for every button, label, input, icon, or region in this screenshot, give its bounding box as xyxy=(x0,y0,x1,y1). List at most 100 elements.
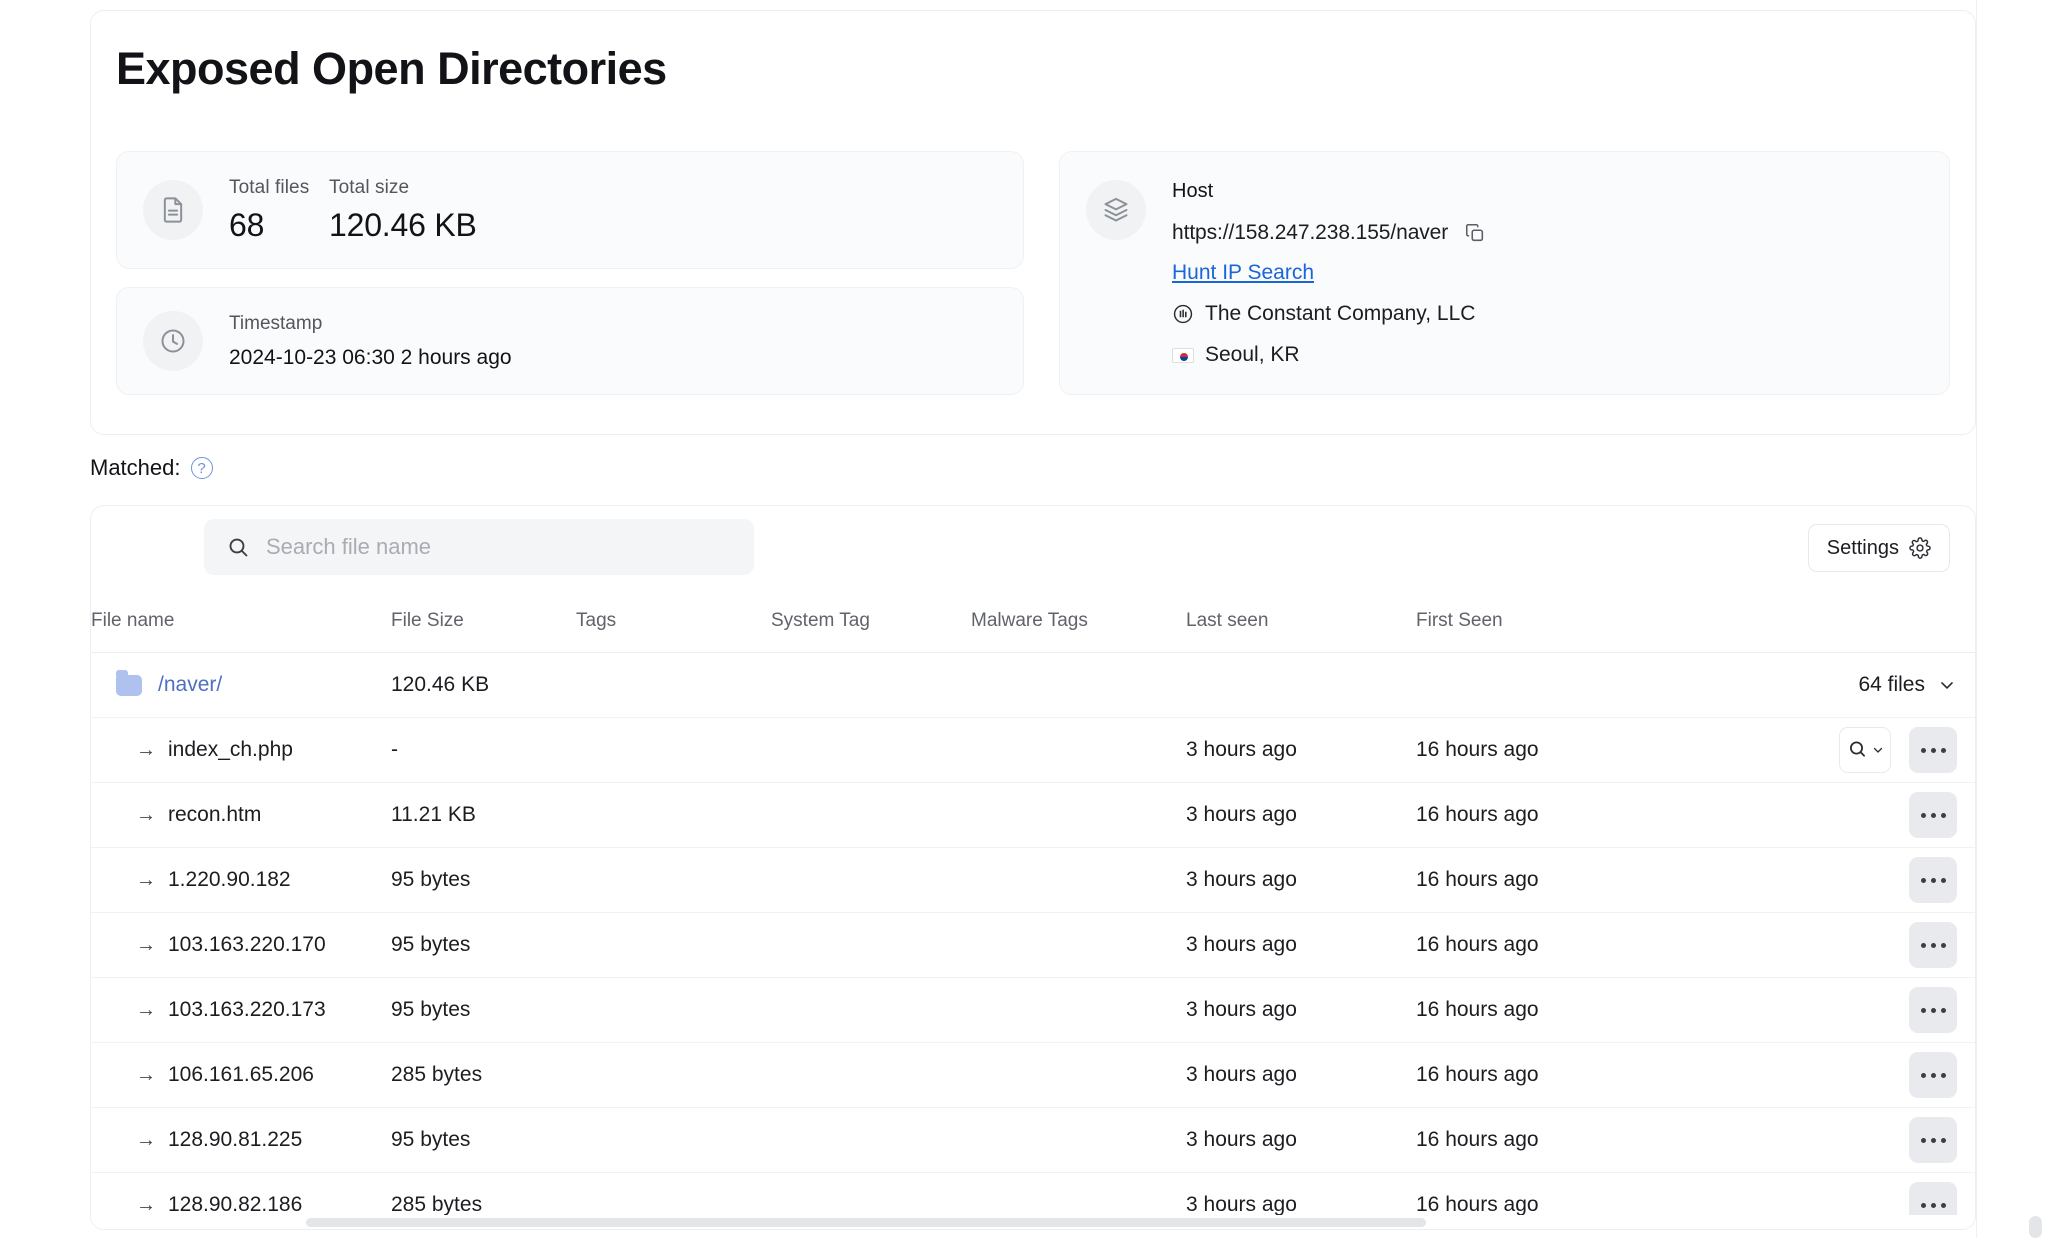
row-more-button[interactable] xyxy=(1909,922,1957,968)
row-system-tag xyxy=(771,783,971,848)
table-header-row: File name File Size Tags System Tag Malw… xyxy=(91,598,1975,653)
row-file-name: 103.163.220.170 xyxy=(168,933,326,956)
column-header-file-size[interactable]: File Size xyxy=(391,598,576,653)
row-first-seen: 16 hours ago xyxy=(1416,803,1539,826)
row-actions-cell xyxy=(1646,718,1975,783)
row-more-button[interactable] xyxy=(1909,1052,1957,1098)
kr-flag-icon xyxy=(1172,347,1194,363)
row-first-seen: 16 hours ago xyxy=(1416,933,1539,956)
table-row[interactable]: → 106.161.65.206 285 bytes 3 hours ago 16 ho… xyxy=(91,1043,1975,1108)
folder-last-seen-cell xyxy=(1186,653,1416,718)
column-header-tags[interactable]: Tags xyxy=(576,598,771,653)
row-more-button[interactable] xyxy=(1909,792,1957,838)
copy-icon[interactable] xyxy=(1462,220,1488,246)
host-tile: Host https://158.247.238.155/naver Hunt … xyxy=(1059,151,1950,395)
row-malware-tags xyxy=(971,1043,1186,1108)
table-row[interactable]: → index_ch.php - 3 hours ago 16 hours ago xyxy=(91,718,1975,783)
document-icon xyxy=(143,180,203,240)
folder-name-cell[interactable]: /naver/ xyxy=(91,653,391,718)
row-tags xyxy=(576,978,771,1043)
row-malware-tags xyxy=(971,718,1186,783)
row-file-name-cell[interactable]: → index_ch.php xyxy=(91,718,391,783)
hunt-ip-search-link[interactable]: Hunt IP Search xyxy=(1172,261,1314,285)
row-file-name-cell[interactable]: → 103.163.220.170 xyxy=(91,913,391,978)
table-row[interactable]: → 103.163.220.170 95 bytes 3 hours ago 16 ho… xyxy=(91,913,1975,978)
table-head: File name File Size Tags System Tag Malw… xyxy=(91,598,1975,653)
row-arrow-icon: → xyxy=(136,933,156,956)
row-first-seen: 16 hours ago xyxy=(1416,738,1539,761)
total-files-tile: Total files 68 Total size 120.46 KB xyxy=(116,151,1024,269)
table-row[interactable]: → 1.220.90.182 95 bytes 3 hours ago 16 hours… xyxy=(91,848,1975,913)
row-search-button[interactable] xyxy=(1839,727,1891,773)
total-files-group: Total files 68 xyxy=(229,177,329,244)
row-more-button[interactable] xyxy=(1909,987,1957,1033)
horizontal-scrollbar[interactable] xyxy=(91,1215,1975,1229)
column-header-last-seen[interactable]: Last seen xyxy=(1186,598,1416,653)
row-file-name: 128.90.81.225 xyxy=(168,1128,303,1151)
files-count-toggle[interactable]: 64 files xyxy=(1646,673,1957,697)
row-more-button[interactable] xyxy=(1909,727,1957,773)
row-actions-cell xyxy=(1646,783,1975,848)
row-file-name-cell[interactable]: → 103.163.220.173 xyxy=(91,978,391,1043)
column-header-actions xyxy=(1646,598,1975,653)
row-system-tag xyxy=(771,1043,971,1108)
org-building-icon xyxy=(1173,304,1193,324)
folder-tags-cell xyxy=(576,653,771,718)
row-more-button[interactable] xyxy=(1909,857,1957,903)
timestamp-body: Timestamp 2024-10-23 06:30 2 hours ago xyxy=(229,313,512,370)
row-file-size: 285 bytes xyxy=(391,1063,483,1086)
row-malware-tags xyxy=(971,1108,1186,1173)
row-arrow-icon: → xyxy=(136,998,156,1021)
row-tags xyxy=(576,1043,771,1108)
folder-files-count-cell[interactable]: 64 files xyxy=(1646,653,1975,718)
row-last-seen: 3 hours ago xyxy=(1186,998,1297,1021)
row-system-tag xyxy=(771,718,971,783)
column-header-first-seen[interactable]: First Seen xyxy=(1416,598,1646,653)
row-malware-tags xyxy=(971,978,1186,1043)
column-header-file-name[interactable]: File name xyxy=(91,598,391,653)
horizontal-scrollbar-thumb[interactable] xyxy=(306,1218,1426,1227)
column-header-system-tag[interactable]: System Tag xyxy=(771,598,971,653)
row-tags xyxy=(576,718,771,783)
row-file-size: 95 bytes xyxy=(391,868,471,891)
column-header-malware-tags[interactable]: Malware Tags xyxy=(971,598,1186,653)
search-input[interactable] xyxy=(265,534,732,560)
row-file-name-cell[interactable]: → 1.220.90.182 xyxy=(91,848,391,913)
host-location: Seoul, KR xyxy=(1205,343,1300,366)
row-arrow-icon: → xyxy=(136,1063,156,1086)
row-more-button[interactable] xyxy=(1909,1117,1957,1163)
clock-icon xyxy=(143,311,203,371)
table-row[interactable]: → 103.163.220.173 95 bytes 3 hours ago 16 ho… xyxy=(91,978,1975,1043)
page-title: Exposed Open Directories xyxy=(116,43,667,94)
row-tags xyxy=(576,783,771,848)
row-file-name-cell[interactable]: → recon.htm xyxy=(91,783,391,848)
row-file-size: - xyxy=(391,738,398,761)
row-file-name: 1.220.90.182 xyxy=(168,868,291,891)
row-arrow-icon: → xyxy=(136,738,156,761)
row-file-size: 95 bytes xyxy=(391,933,471,956)
host-url: https://158.247.238.155/naver xyxy=(1172,221,1449,244)
search-box[interactable] xyxy=(204,519,754,575)
timestamp-value: 2024-10-23 06:30 2 hours ago xyxy=(229,345,512,369)
row-last-seen: 3 hours ago xyxy=(1186,738,1297,761)
row-actions-cell xyxy=(1646,913,1975,978)
folder-row[interactable]: /naver/ 120.46 KB 64 files xyxy=(91,653,1975,718)
row-file-size: 11.21 KB xyxy=(391,803,476,826)
row-file-name: 128.90.82.186 xyxy=(168,1193,303,1216)
table-toolbar: Settings xyxy=(91,506,1975,598)
layers-icon xyxy=(1086,180,1146,240)
search-icon xyxy=(1850,741,1865,757)
table-row[interactable]: → recon.htm 11.21 KB 3 hours ago 16 hours ag… xyxy=(91,783,1975,848)
table-row[interactable]: → 128.90.81.225 95 bytes 3 hours ago 16 hour… xyxy=(91,1108,1975,1173)
settings-button[interactable]: Settings xyxy=(1807,524,1950,572)
row-system-tag xyxy=(771,848,971,913)
timestamp-tile: Timestamp 2024-10-23 06:30 2 hours ago xyxy=(116,287,1024,395)
vertical-scrollbar-thumb[interactable] xyxy=(2029,1216,2042,1238)
row-file-name-cell[interactable]: → 128.90.81.225 xyxy=(91,1108,391,1173)
summary-tiles: Total files 68 Total size 120.46 KB Time… xyxy=(116,151,1950,395)
help-circle-icon[interactable]: ? xyxy=(190,457,213,479)
row-last-seen: 3 hours ago xyxy=(1186,868,1297,891)
row-file-name-cell[interactable]: → 106.161.65.206 xyxy=(91,1043,391,1108)
folder-name: /naver/ xyxy=(158,673,223,696)
host-org-row: The Constant Company, LLC xyxy=(1172,302,1488,326)
